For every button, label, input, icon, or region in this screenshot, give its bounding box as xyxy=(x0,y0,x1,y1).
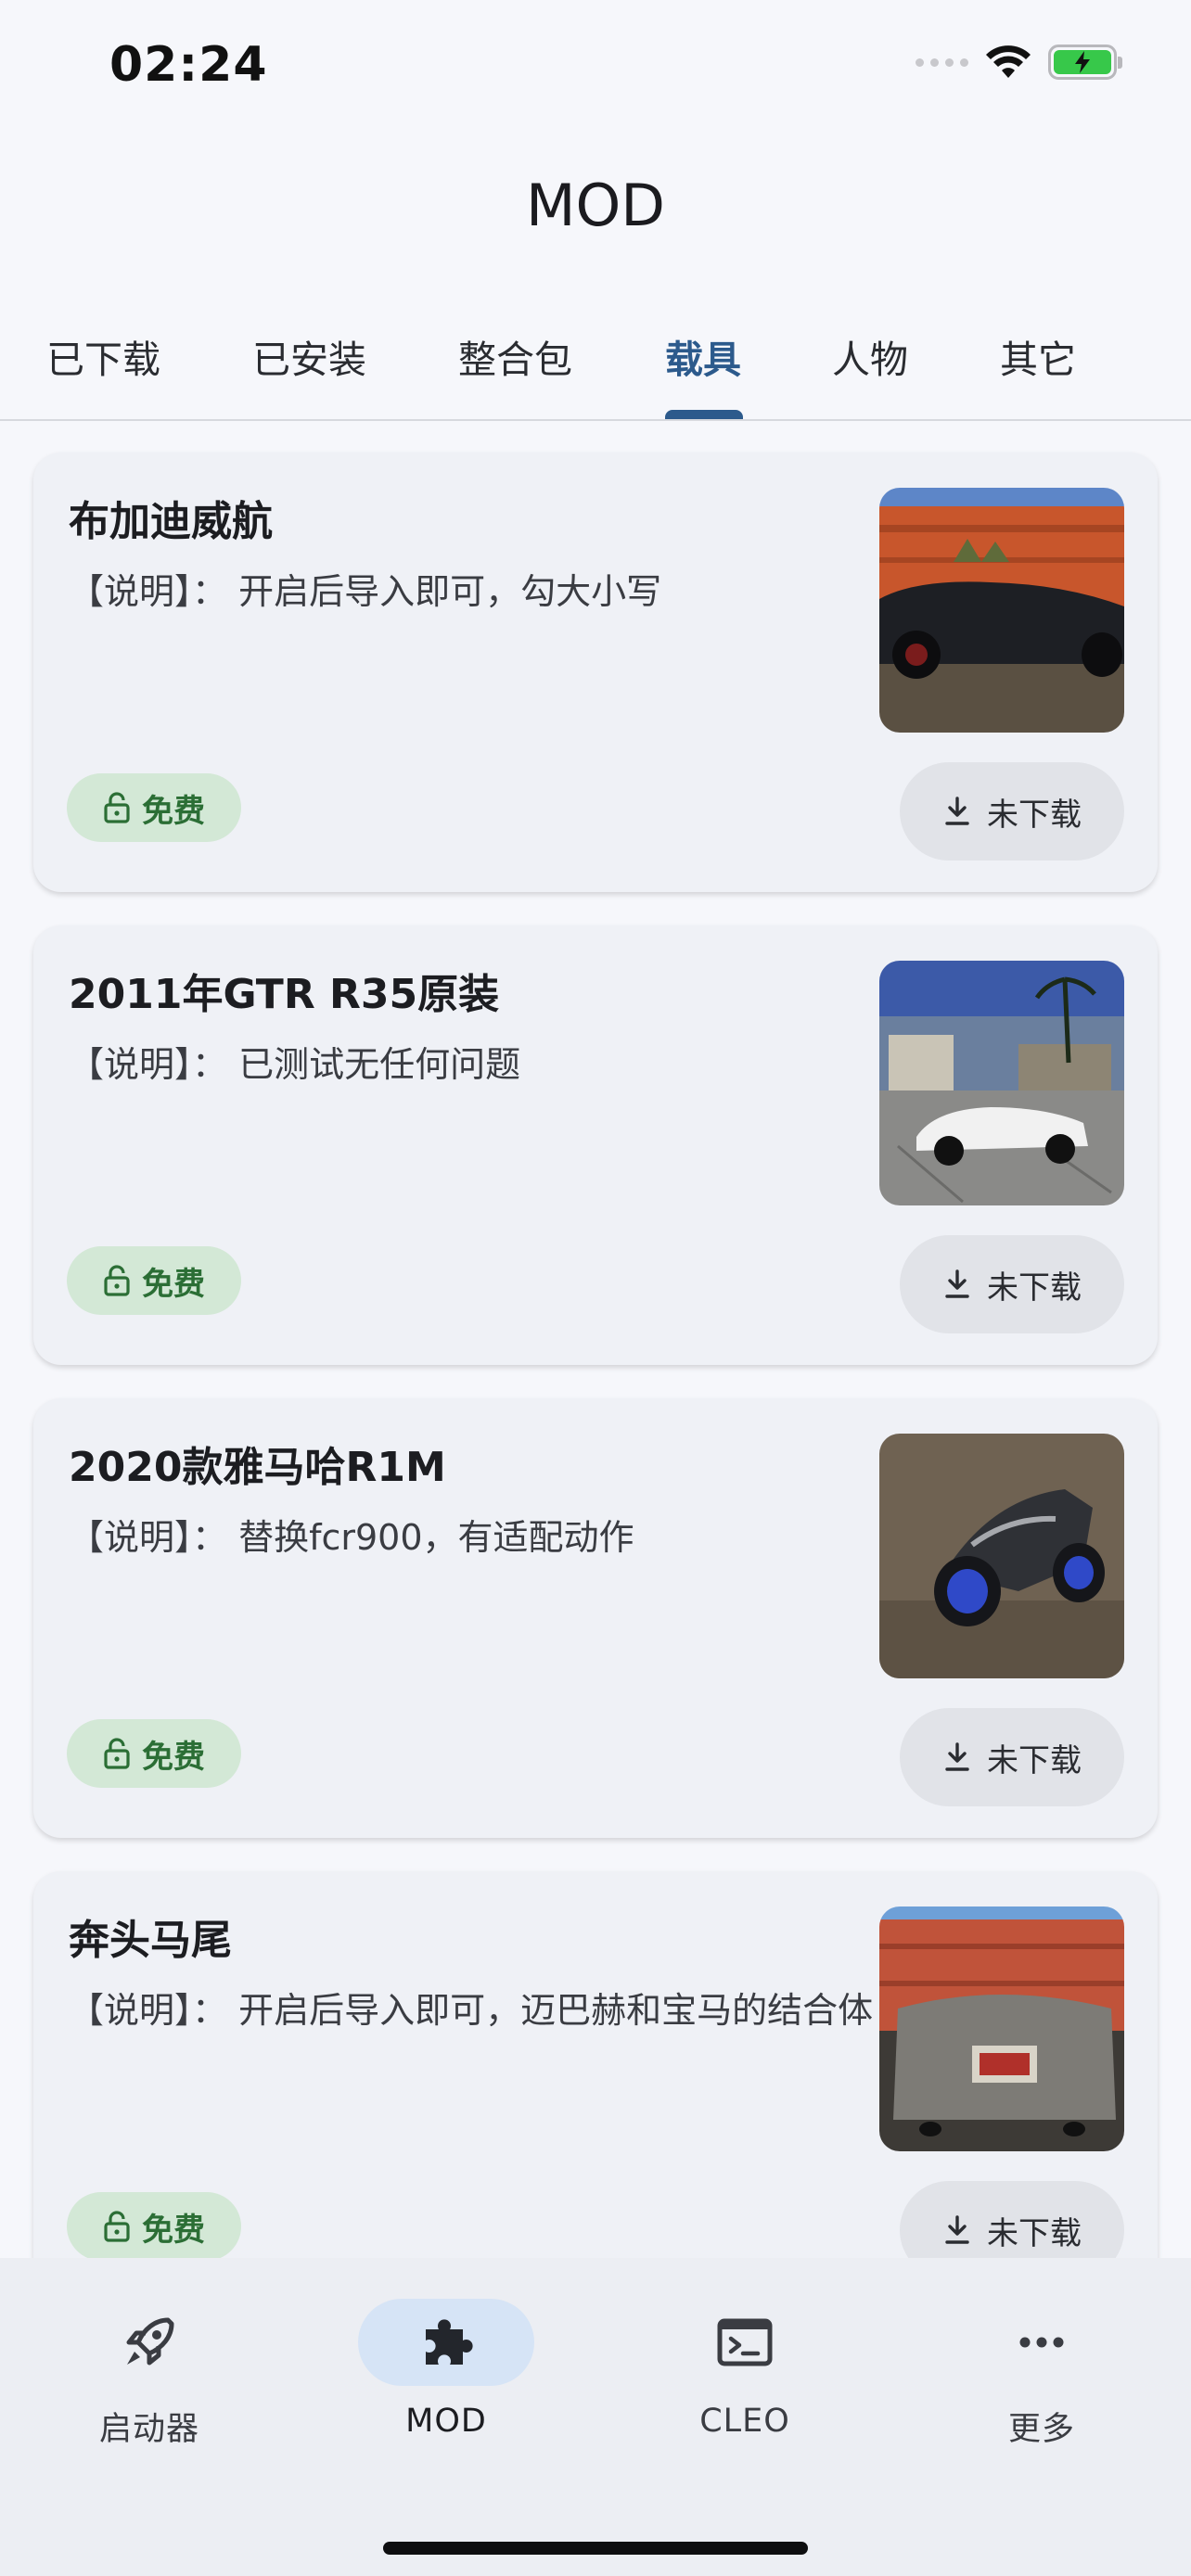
unlock-icon xyxy=(104,1265,130,1296)
mod-list[interactable]: 布加迪威航 【说明】： 开启后导入即可，勾大小写 免费 未下载 2011年GTR… xyxy=(0,422,1191,2258)
mod-thumbnail[interactable] xyxy=(879,961,1124,1205)
wifi-icon xyxy=(986,45,1031,78)
price-label: 免费 xyxy=(142,1265,205,1303)
mod-thumbnail[interactable] xyxy=(879,1906,1124,2151)
mod-card[interactable]: 奔头马尾 【说明】： 开启后导入即可，迈巴赫和宝马的结合体 免费 未下载 xyxy=(33,1871,1158,2258)
price-label: 免费 xyxy=(142,2211,205,2249)
category-tabs: 已下载 已安装 整合包 载具 人物 其它 xyxy=(0,315,1191,421)
bottom-nav: 启动器 MOD CLEO 更多 xyxy=(0,2258,1191,2576)
mod-description: 【说明】： 开启后导入即可，勾大小写 xyxy=(69,571,662,612)
mod-description: 【说明】： 开启后导入即可，迈巴赫和宝马的结合体 xyxy=(69,1990,874,2031)
unlock-icon xyxy=(104,1738,130,1769)
price-badge: 免费 xyxy=(67,1246,241,1315)
status-time: 02:24 xyxy=(109,37,268,93)
mod-title: 2020款雅马哈R1M xyxy=(69,1444,446,1491)
mod-card[interactable]: 布加迪威航 【说明】： 开启后导入即可，勾大小写 免费 未下载 xyxy=(33,453,1158,892)
download-label: 未下载 xyxy=(987,796,1082,834)
home-indicator[interactable] xyxy=(383,2542,808,2555)
nav-cleo[interactable]: CLEO xyxy=(647,2299,842,2440)
download-icon xyxy=(945,2215,969,2244)
nav-more[interactable]: 更多 xyxy=(944,2299,1139,2450)
unlock-icon xyxy=(104,2211,130,2242)
download-icon xyxy=(945,1742,969,1771)
tab-characters[interactable]: 人物 xyxy=(832,328,908,384)
tab-installed[interactable]: 已安装 xyxy=(252,328,366,384)
signal-icon xyxy=(916,57,968,67)
nav-label: MOD xyxy=(405,2403,487,2440)
price-badge: 免费 xyxy=(67,773,241,842)
price-label: 免费 xyxy=(142,792,205,830)
unlock-icon xyxy=(104,792,130,823)
download-label: 未下载 xyxy=(987,1269,1082,1307)
download-icon xyxy=(945,1269,969,1298)
price-label: 免费 xyxy=(142,1738,205,1776)
nav-label: CLEO xyxy=(699,2403,790,2440)
tab-vehicles[interactable]: 载具 xyxy=(665,328,741,384)
status-bar: 02:24 xyxy=(0,0,1191,130)
battery-charging-icon xyxy=(1048,45,1122,80)
download-button[interactable]: 未下载 xyxy=(900,1708,1124,1806)
puzzle-icon xyxy=(426,2319,473,2365)
download-label: 未下载 xyxy=(987,1741,1082,1779)
mod-thumbnail[interactable] xyxy=(879,1434,1124,1678)
tab-downloaded[interactable]: 已下载 xyxy=(46,328,160,384)
tab-others[interactable]: 其它 xyxy=(1000,328,1076,384)
mod-title: 奔头马尾 xyxy=(69,1917,232,1964)
mod-description: 【说明】： 替换fcr900，有适配动作 xyxy=(69,1517,634,1558)
price-badge: 免费 xyxy=(67,1719,241,1788)
tab-indicator xyxy=(665,410,743,419)
mod-title: 2011年GTR R35原装 xyxy=(69,971,500,1018)
mod-thumbnail[interactable] xyxy=(879,488,1124,733)
mod-description: 【说明】： 已测试无任何问题 xyxy=(69,1044,521,1085)
mod-title: 布加迪威航 xyxy=(69,498,273,545)
nav-launcher[interactable]: 启动器 xyxy=(52,2299,247,2450)
download-button[interactable]: 未下载 xyxy=(900,2181,1124,2258)
page-title: MOD xyxy=(525,172,666,239)
status-icons xyxy=(916,45,1122,80)
mod-card[interactable]: 2020款雅马哈R1M 【说明】： 替换fcr900，有适配动作 免费 未下载 xyxy=(33,1398,1158,1838)
nav-label: 更多 xyxy=(1007,2411,1075,2448)
download-button[interactable]: 未下载 xyxy=(900,762,1124,861)
nav-mod[interactable]: MOD xyxy=(349,2299,544,2440)
more-icon xyxy=(1019,2337,1064,2348)
price-badge: 免费 xyxy=(67,2192,241,2258)
mod-card[interactable]: 2011年GTR R35原装 【说明】： 已测试无任何问题 免费 未下载 xyxy=(33,925,1158,1365)
tab-bundles[interactable]: 整合包 xyxy=(458,328,572,384)
download-button[interactable]: 未下载 xyxy=(900,1235,1124,1333)
download-icon xyxy=(945,797,969,825)
terminal-icon xyxy=(717,2318,773,2366)
rocket-icon xyxy=(126,2317,174,2366)
download-label: 未下载 xyxy=(987,2214,1082,2252)
nav-label: 启动器 xyxy=(98,2411,199,2448)
